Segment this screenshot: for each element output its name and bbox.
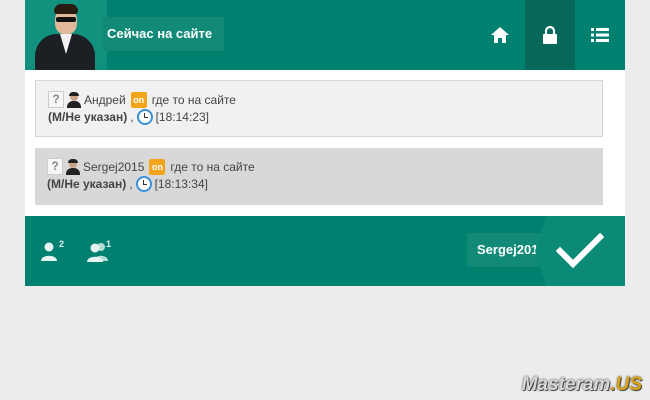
user-location: где то на сайте (170, 159, 255, 174)
user-location: где то на сайте (151, 92, 236, 107)
user-name-link[interactable]: Андрей (84, 93, 126, 107)
list-item: ? Sergej2015 on где то на сайте (М/Не ук… (35, 148, 603, 205)
guests-count: 1 (106, 239, 112, 249)
user-avatar (25, 0, 107, 70)
user-mini-avatar-icon (66, 91, 82, 108)
separator: , (130, 110, 134, 124)
online-badge: on (149, 158, 166, 175)
clock-icon (136, 109, 153, 125)
widget-header: Сейчас на сайте (25, 0, 625, 70)
list-button[interactable] (575, 0, 625, 70)
widget-title: Сейчас на сайте (103, 17, 224, 51)
widget-footer: 2 1 Sergej2015 (25, 216, 625, 286)
visit-time: [18:14:23] (155, 110, 209, 124)
users-count: 2 (59, 239, 65, 249)
list-item: ? Андрей on где то на сайте (М/Не указан… (35, 80, 603, 137)
checkmark-icon (556, 233, 604, 269)
lock-button[interactable] (525, 0, 575, 70)
online-widget: Сейчас на сайте ? Андрей on где то на са… (25, 0, 625, 286)
separator: , (129, 177, 133, 191)
visit-time: [18:13:34] (154, 177, 208, 191)
confirm-button[interactable] (535, 216, 625, 286)
home-icon (491, 27, 509, 43)
online-badge: on (130, 91, 147, 108)
site-watermark-logo: Masteram.US (521, 374, 642, 395)
user-gender: (М/Не указан) (47, 177, 127, 191)
lock-icon (543, 26, 557, 44)
unknown-gender-icon: ? (47, 158, 63, 175)
clock-icon (135, 176, 152, 192)
user-mini-avatar-icon (65, 158, 81, 175)
user-gender: (М/Не указан) (48, 110, 128, 124)
user-name-link[interactable]: Sergej2015 (83, 160, 144, 174)
list-icon (591, 28, 609, 42)
online-users-list: ? Андрей on где то на сайте (М/Не указан… (25, 70, 625, 216)
users-online-stat[interactable]: 2 (40, 236, 70, 266)
unknown-gender-icon: ? (48, 91, 64, 108)
guests-online-stat[interactable]: 1 (87, 236, 117, 266)
home-button[interactable] (475, 0, 525, 70)
